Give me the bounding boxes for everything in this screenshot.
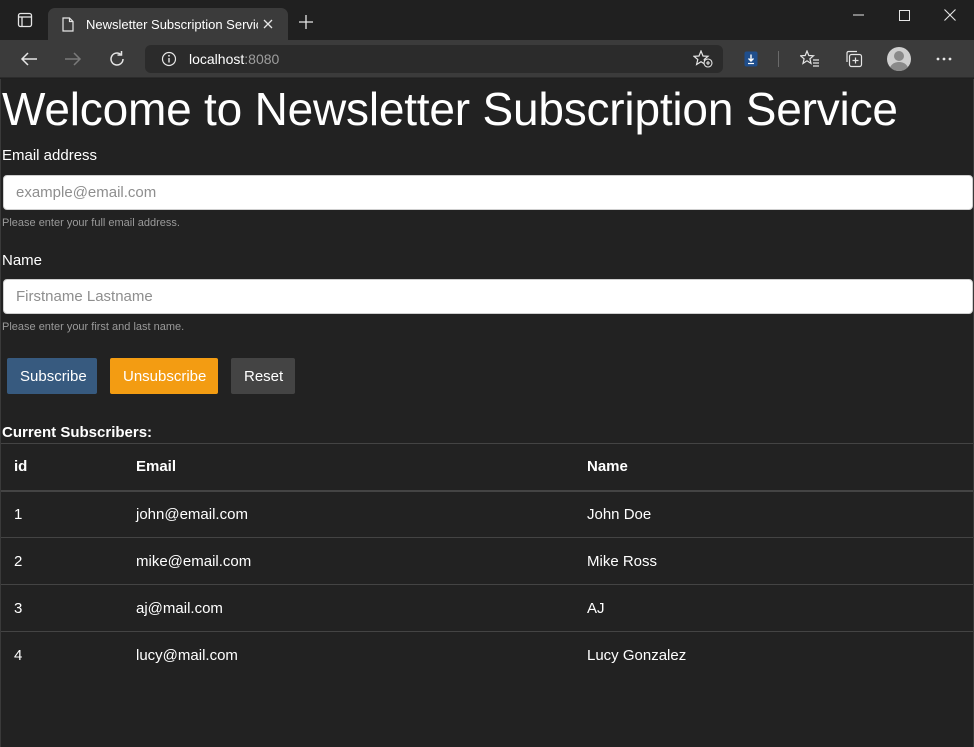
email-help-text: Please enter your full email address. — [2, 217, 180, 229]
add-favorite-icon[interactable] — [691, 47, 715, 71]
minimize-button[interactable] — [835, 0, 881, 30]
name-label: Name — [2, 252, 43, 269]
url-port: :8080 — [244, 51, 280, 67]
avatar-head-shape — [894, 51, 904, 61]
cell-name: Mike Ross — [574, 537, 973, 585]
cell-name: John Doe — [574, 490, 973, 538]
table-row: 3 aj@mail.com AJ — [1, 584, 973, 632]
refresh-icon — [108, 50, 126, 68]
download-extension-icon — [744, 51, 758, 67]
page-icon — [60, 16, 76, 32]
cell-email: john@email.com — [123, 490, 574, 538]
extension-button[interactable] — [736, 44, 766, 74]
unsubscribe-button[interactable]: Unsubscribe — [110, 358, 218, 394]
cell-name: Lucy Gonzalez — [587, 646, 687, 664]
cell-email: aj@mail.com — [123, 584, 574, 632]
subscribe-button[interactable]: Subscribe — [7, 358, 97, 394]
plus-icon — [299, 15, 313, 29]
collections-icon — [845, 50, 863, 68]
collections-button[interactable] — [839, 44, 869, 74]
cell-email: mike@email.com — [123, 537, 574, 585]
tab-title: Newsletter Subscription Service — [86, 16, 258, 32]
page-content: Welcome to Newsletter Subscription Servi… — [0, 79, 974, 747]
table-row: 1 john@email.com John Doe — [1, 490, 973, 538]
cell-email: lucy@mail.com — [136, 646, 238, 664]
email-label: Email address — [2, 147, 98, 164]
table-row: 2 mike@email.com Mike Ross — [1, 537, 973, 585]
maximize-button[interactable] — [881, 0, 927, 30]
favorites-button[interactable] — [795, 44, 825, 74]
column-header-name: Name — [574, 443, 973, 492]
name-field[interactable] — [3, 279, 973, 314]
cell-id: 2 — [1, 537, 123, 585]
reset-button[interactable]: Reset — [231, 358, 295, 394]
maximize-icon — [898, 9, 910, 21]
close-window-button[interactable] — [927, 0, 973, 30]
favorites-list-icon — [800, 50, 820, 68]
browser-titlebar: Newsletter Subscription Service — [0, 0, 974, 40]
avatar-body-shape — [890, 62, 908, 71]
subscribers-table: id Email Name 1 john@email.com John Doe … — [1, 443, 973, 679]
cell-id: 1 — [1, 490, 123, 538]
cell-id: 4 — [14, 646, 23, 664]
close-tab-icon[interactable] — [258, 14, 278, 34]
page-title: Welcome to Newsletter Subscription Servi… — [2, 83, 898, 135]
table-header-row: id Email Name — [1, 443, 973, 492]
email-field[interactable] — [3, 175, 973, 210]
column-header-id: id — [1, 443, 123, 492]
column-header-email: Email — [123, 443, 574, 492]
toolbar-separator — [778, 51, 779, 67]
cell-name: AJ — [574, 584, 973, 632]
more-menu-button[interactable] — [929, 44, 959, 74]
minimize-icon — [852, 14, 864, 16]
table-row: 4 lucy@mail.com Lucy Gonzalez — [1, 632, 973, 679]
new-tab-button[interactable] — [294, 10, 318, 34]
name-help-text: Please enter your first and last name. — [2, 321, 185, 333]
browser-toolbar: localhost:8080 — [0, 40, 974, 78]
tab-actions-icon — [17, 12, 33, 28]
forward-arrow-icon — [64, 51, 82, 67]
more-dots-icon — [936, 57, 952, 61]
refresh-button[interactable] — [102, 44, 132, 74]
cell-id: 3 — [1, 584, 123, 632]
url-host: localhost — [189, 51, 245, 67]
subscribers-heading: Current Subscribers: — [2, 424, 153, 441]
address-bar[interactable]: localhost:8080 — [145, 45, 723, 73]
info-icon[interactable] — [154, 45, 184, 73]
back-arrow-icon — [20, 51, 38, 67]
browser-tab-active[interactable]: Newsletter Subscription Service — [48, 8, 288, 40]
forward-button[interactable] — [58, 44, 88, 74]
tab-actions-button[interactable] — [0, 0, 50, 40]
back-button[interactable] — [14, 44, 44, 74]
close-icon — [944, 9, 956, 21]
profile-avatar[interactable] — [887, 47, 911, 71]
